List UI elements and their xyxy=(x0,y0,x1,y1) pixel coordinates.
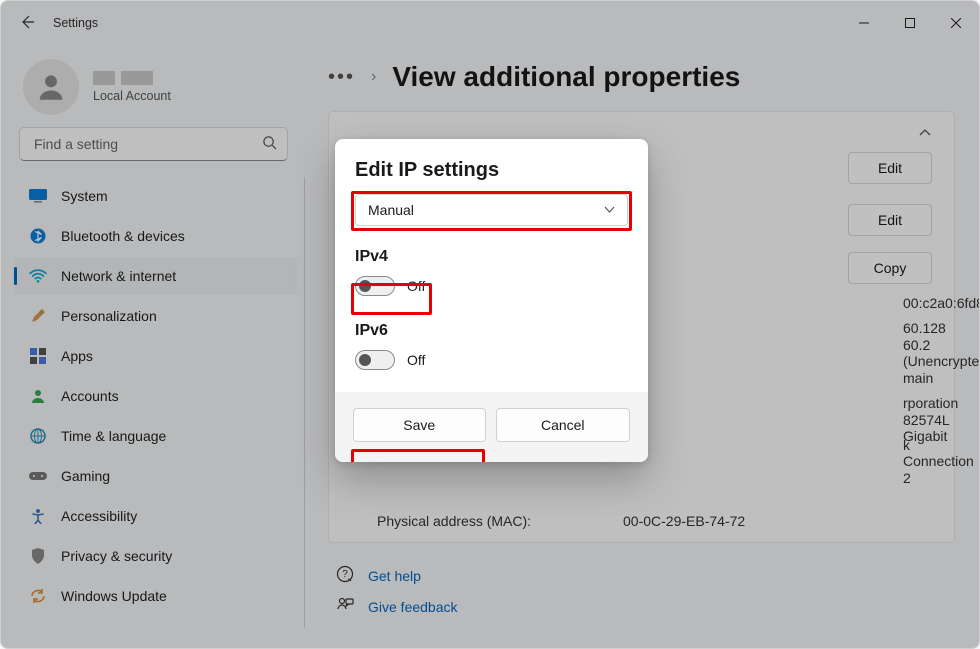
cancel-button[interactable]: Cancel xyxy=(496,408,631,442)
ip-mode-select[interactable]: Manual xyxy=(355,194,628,226)
ipv6-toggle-row: Off xyxy=(355,346,425,374)
ipv4-toggle[interactable] xyxy=(355,276,395,296)
ipv4-state: Off xyxy=(407,278,425,294)
save-button[interactable]: Save xyxy=(353,408,486,442)
ipv4-label: IPv4 xyxy=(355,248,628,266)
ipv4-toggle-row: Off xyxy=(355,272,425,300)
ipv6-state: Off xyxy=(407,352,425,368)
ipv6-toggle[interactable] xyxy=(355,350,395,370)
edit-ip-dialog: Edit IP settings Manual IPv4 Off IPv6 Of… xyxy=(335,139,648,462)
settings-window: Settings Local Account xyxy=(0,0,980,649)
ip-mode-value: Manual xyxy=(368,202,414,218)
chevron-down-icon xyxy=(604,202,615,218)
ipv6-label: IPv6 xyxy=(355,322,628,340)
dialog-overlay: Edit IP settings Manual IPv4 Off IPv6 Of… xyxy=(1,1,979,648)
dialog-title: Edit IP settings xyxy=(355,159,628,182)
